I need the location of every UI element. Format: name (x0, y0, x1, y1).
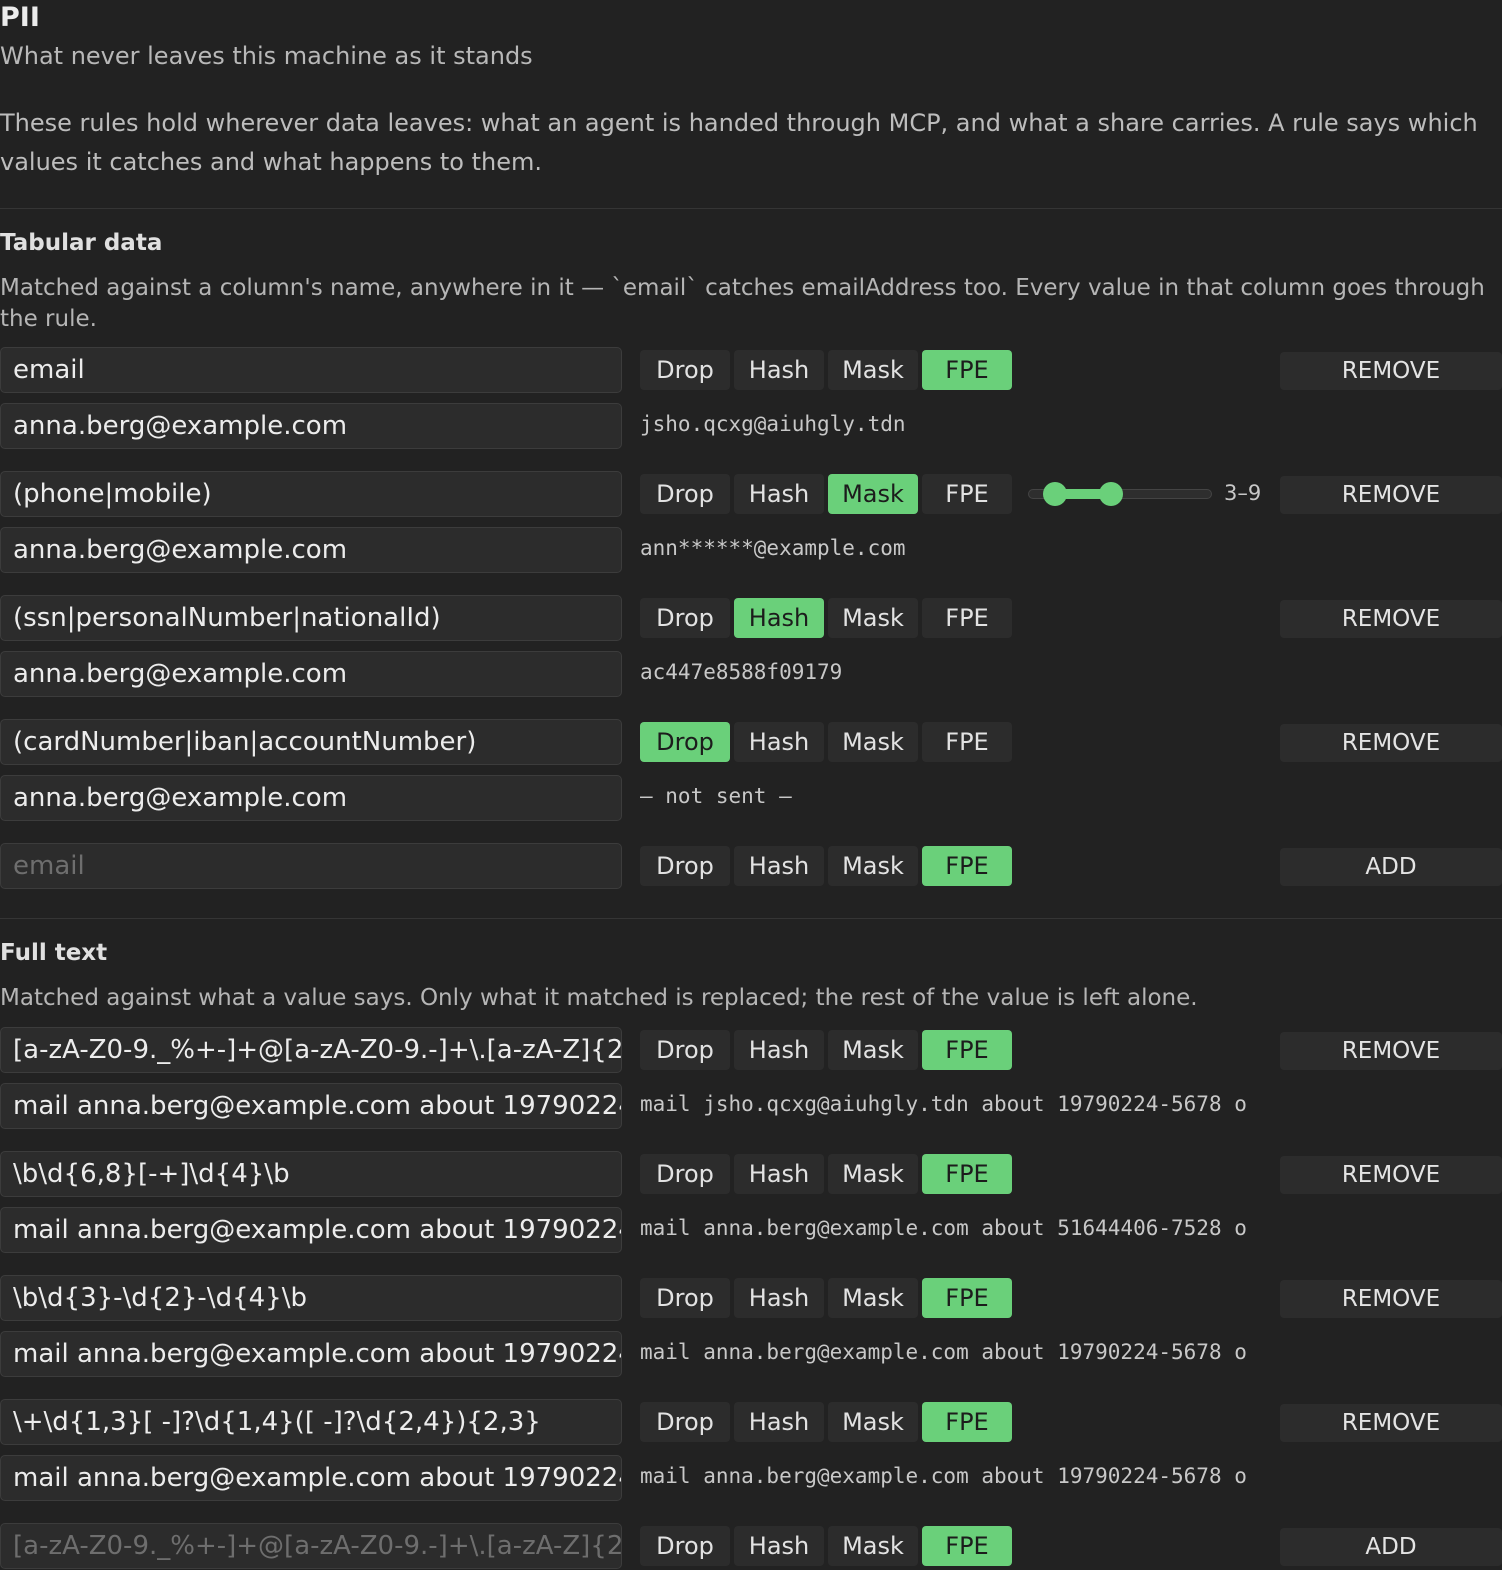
action-mask-button[interactable]: Mask (828, 598, 918, 638)
output-preview: mail jsho.qcxg@aiuhgly.tdn about 1979022… (640, 1092, 1247, 1116)
action-drop-button[interactable]: Drop (640, 350, 730, 390)
pattern-input[interactable]: \+\d{1,3}[ -]?\d{1,4}([ -]?\d{2,4}){2,3} (0, 1399, 622, 1445)
action-drop-button[interactable]: Drop (640, 1030, 730, 1070)
action-fpe-button[interactable]: FPE (922, 1402, 1012, 1442)
action-fpe-button[interactable]: FPE (922, 598, 1012, 638)
remove-rule-button[interactable]: REMOVE (1280, 1404, 1502, 1442)
action-mask-button[interactable]: Mask (828, 1278, 918, 1318)
remove-rule-button[interactable]: REMOVE (1280, 600, 1502, 638)
page-subtitle: What never leaves this machine as it sta… (0, 42, 533, 70)
action-hash-button[interactable]: Hash (734, 722, 824, 762)
sample-value-input[interactable]: anna.berg@example.com (0, 651, 622, 697)
pattern-input[interactable]: (phone|mobile) (0, 471, 622, 517)
add-rule-button[interactable]: ADD (1280, 1528, 1502, 1566)
action-mask-button[interactable]: Mask (828, 1402, 918, 1442)
action-mask-button[interactable]: Mask (828, 474, 918, 514)
action-drop-button[interactable]: Drop (640, 722, 730, 762)
action-mask-button[interactable]: Mask (828, 722, 918, 762)
remove-rule-button[interactable]: REMOVE (1280, 476, 1502, 514)
sample-value-input[interactable]: mail anna.berg@example.com about 1979022… (0, 1207, 622, 1253)
sample-value-input[interactable]: mail anna.berg@example.com about 1979022… (0, 1331, 622, 1377)
action-hash-button[interactable]: Hash (734, 474, 824, 514)
mask-range-value: 3–9 (1224, 481, 1262, 505)
output-preview: ann******@example.com (640, 536, 906, 560)
divider (0, 918, 1502, 919)
tabular-heading: Tabular data (0, 230, 163, 256)
new-pattern-input[interactable]: [a-zA-Z0-9._%+-]+@[a-zA-Z0-9.-]+\.[a-zA-… (0, 1523, 622, 1569)
action-hash-button[interactable]: Hash (734, 1526, 824, 1566)
action-mask-button[interactable]: Mask (828, 846, 918, 886)
page-intro: These rules hold wherever data leaves: w… (0, 109, 1478, 176)
action-fpe-button[interactable]: FPE (922, 474, 1012, 514)
pattern-input[interactable]: (cardNumber|iban|accountNumber) (0, 719, 622, 765)
output-preview: mail anna.berg@example.com about 1979022… (640, 1464, 1247, 1488)
pii-settings-page: PII What never leaves this machine as it… (0, 0, 1502, 1570)
action-fpe-button[interactable]: FPE (922, 722, 1012, 762)
remove-rule-button[interactable]: REMOVE (1280, 724, 1502, 762)
sample-value-input[interactable]: mail anna.berg@example.com about 1979022… (0, 1083, 622, 1129)
new-pattern-input[interactable]: email (0, 843, 622, 889)
action-drop-button[interactable]: Drop (640, 598, 730, 638)
pattern-input[interactable]: email (0, 347, 622, 393)
action-hash-button[interactable]: Hash (734, 1030, 824, 1070)
action-mask-button[interactable]: Mask (828, 350, 918, 390)
action-hash-button[interactable]: Hash (734, 1154, 824, 1194)
action-drop-button[interactable]: Drop (640, 1526, 730, 1566)
action-hash-button[interactable]: Hash (734, 1278, 824, 1318)
output-preview: — not sent — (640, 784, 792, 808)
sample-value-input[interactable]: anna.berg@example.com (0, 775, 622, 821)
action-mask-button[interactable]: Mask (828, 1030, 918, 1070)
action-mask-button[interactable]: Mask (828, 1526, 918, 1566)
output-preview: mail anna.berg@example.com about 5164440… (640, 1216, 1247, 1240)
pattern-input[interactable]: [a-zA-Z0-9._%+-]+@[a-zA-Z0-9.-]+\.[a-zA-… (0, 1027, 622, 1073)
action-fpe-button[interactable]: FPE (922, 1154, 1012, 1194)
output-preview: ac447e8588f09179 (640, 660, 843, 684)
pattern-input[interactable]: (ssn|personalNumber|nationalId) (0, 595, 622, 641)
action-hash-button[interactable]: Hash (734, 350, 824, 390)
sample-value-input[interactable]: anna.berg@example.com (0, 403, 622, 449)
action-mask-button[interactable]: Mask (828, 1154, 918, 1194)
action-drop-button[interactable]: Drop (640, 1154, 730, 1194)
remove-rule-button[interactable]: REMOVE (1280, 1156, 1502, 1194)
action-hash-button[interactable]: Hash (734, 846, 824, 886)
remove-rule-button[interactable]: REMOVE (1280, 1280, 1502, 1318)
divider (0, 208, 1502, 209)
action-drop-button[interactable]: Drop (640, 846, 730, 886)
pattern-input[interactable]: \b\d{3}-\d{2}-\d{4}\b (0, 1275, 622, 1321)
remove-rule-button[interactable]: REMOVE (1280, 352, 1502, 390)
action-drop-button[interactable]: Drop (640, 474, 730, 514)
action-hash-button[interactable]: Hash (734, 1402, 824, 1442)
fulltext-description: Matched against what a value says. Only … (0, 985, 1198, 1011)
action-hash-button[interactable]: Hash (734, 598, 824, 638)
action-fpe-button[interactable]: FPE (922, 1030, 1012, 1070)
action-fpe-button[interactable]: FPE (922, 846, 1012, 886)
sample-value-input[interactable]: anna.berg@example.com (0, 527, 622, 573)
output-preview: mail anna.berg@example.com about 1979022… (640, 1340, 1247, 1364)
action-fpe-button[interactable]: FPE (922, 1526, 1012, 1566)
add-rule-button[interactable]: ADD (1280, 848, 1502, 886)
action-fpe-button[interactable]: FPE (922, 1278, 1012, 1318)
action-drop-button[interactable]: Drop (640, 1278, 730, 1318)
action-fpe-button[interactable]: FPE (922, 350, 1012, 390)
fulltext-heading: Full text (0, 940, 108, 966)
remove-rule-button[interactable]: REMOVE (1280, 1032, 1502, 1070)
output-preview: jsho.qcxg@aiuhgly.tdn (640, 412, 906, 436)
tabular-description: Matched against a column's name, anywher… (0, 275, 1485, 332)
pattern-input[interactable]: \b\d{6,8}[-+]\d{4}\b (0, 1151, 622, 1197)
mask-range-start-handle[interactable] (1043, 482, 1067, 506)
sample-value-input[interactable]: mail anna.berg@example.com about 1979022… (0, 1455, 622, 1501)
page-title: PII (0, 2, 40, 33)
action-drop-button[interactable]: Drop (640, 1402, 730, 1442)
mask-range-end-handle[interactable] (1099, 482, 1123, 506)
